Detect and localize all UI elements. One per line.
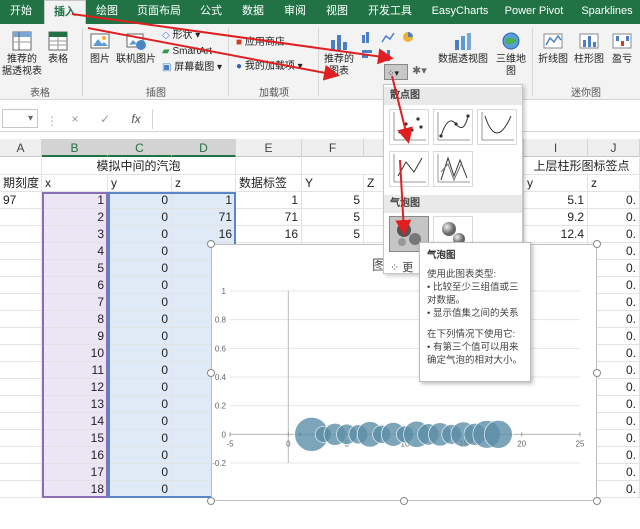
arrow-insert-to-scatter	[71, 13, 394, 65]
arrow-to-menu	[391, 75, 413, 144]
arrow-to-bubble	[395, 159, 412, 236]
arrow-insert-to-charts	[87, 27, 340, 81]
annotation-arrows	[71, 13, 413, 236]
